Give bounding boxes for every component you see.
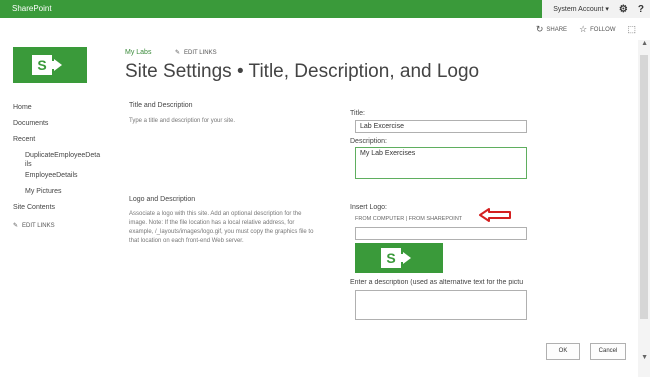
logo-help-line: that location on each front-end Web serv… xyxy=(129,238,244,244)
logo-description-heading: Logo and Description xyxy=(129,196,196,203)
star-icon: ☆ xyxy=(579,24,588,34)
site-logo[interactable]: S xyxy=(13,47,87,83)
svg-text:S: S xyxy=(386,250,395,266)
suite-bar: SharePoint System Account ▾ ⚙ ? xyxy=(0,0,650,18)
share-label: SHARE xyxy=(546,26,568,33)
insert-logo-label: Insert Logo: xyxy=(350,204,387,211)
description-label: Description: xyxy=(350,138,387,145)
ql-site-contents[interactable]: Site Contents xyxy=(13,200,100,216)
scroll-up-icon[interactable]: ▲ xyxy=(641,40,648,47)
ql-my-pictures[interactable]: My Pictures xyxy=(13,184,100,200)
edit-links-label: EDIT LINKS xyxy=(184,49,217,56)
pencil-icon: ✎ xyxy=(13,223,19,229)
share-button[interactable]: ↻ SHARE xyxy=(536,24,567,35)
svg-text:S: S xyxy=(37,57,46,73)
logo-help-line: Associate a logo with this site. Add an … xyxy=(129,211,302,217)
alt-text-label: Enter a description (used as alternative… xyxy=(350,279,524,286)
logo-description-help: Associate a logo with this site. Add an … xyxy=(129,210,334,246)
ql-employee-details[interactable]: EmployeeDetails xyxy=(13,168,100,184)
red-arrow-annotation-icon xyxy=(479,208,511,222)
follow-button[interactable]: ☆ FOLLOW xyxy=(579,24,615,35)
ok-button[interactable]: OK xyxy=(546,343,580,360)
focus-on-content-icon: ⬚ xyxy=(627,24,636,34)
ql-documents[interactable]: Documents xyxy=(13,116,100,132)
logo-url-input[interactable] xyxy=(355,227,527,240)
logo-help-line: image. Note: If the file location has a … xyxy=(129,220,295,226)
sharepoint-logo-icon: S xyxy=(32,55,62,75)
ql-edit-links-label: EDIT LINKS xyxy=(22,222,55,229)
ql-duplicate-employee-details[interactable]: DuplicateEmployeeDeta ils xyxy=(13,148,100,168)
ql-home[interactable]: Home xyxy=(13,100,100,116)
share-icon: ↻ xyxy=(535,24,544,34)
quick-launch: Home Documents Recent DuplicateEmployeeD… xyxy=(13,100,100,229)
alt-text-textarea[interactable] xyxy=(355,290,527,320)
title-description-help: Type a title and description for your si… xyxy=(129,118,236,124)
description-textarea[interactable]: My Lab Exercises xyxy=(355,147,527,179)
ql-duplicate-line1: DuplicateEmployeeDeta xyxy=(25,152,101,159)
logo-help-line: example, /_layouts/images/logo.gif, you … xyxy=(129,229,314,235)
title-input[interactable]: Lab Excercise xyxy=(355,120,527,133)
breadcrumb-my-labs[interactable]: My Labs xyxy=(125,49,151,56)
account-menu[interactable]: System Account ▾ xyxy=(553,5,609,13)
pencil-icon: ✎ xyxy=(175,50,181,56)
follow-label: FOLLOW xyxy=(590,26,616,33)
scroll-down-icon[interactable]: ▼ xyxy=(641,354,648,361)
sharepoint-logo-icon: S xyxy=(381,248,411,268)
cancel-button[interactable]: Cancel xyxy=(590,343,626,360)
page-title: Site Settings • Title, Description, and … xyxy=(125,61,480,82)
action-bar: ↻ SHARE ☆ FOLLOW ⬚ xyxy=(536,24,636,35)
scrollbar-thumb[interactable] xyxy=(640,55,648,319)
suite-right: System Account ▾ ⚙ ? xyxy=(542,0,650,18)
focus-button[interactable]: ⬚ xyxy=(627,24,636,35)
logo-source-links[interactable]: FROM COMPUTER | FROM SHAREPOINT xyxy=(355,216,462,222)
help-icon[interactable]: ? xyxy=(638,4,644,15)
logo-preview: S xyxy=(355,243,443,273)
title-label: Title: xyxy=(350,110,365,117)
ql-edit-links[interactable]: ✎ EDIT LINKS xyxy=(13,222,100,230)
title-description-heading: Title and Description xyxy=(129,102,193,109)
ql-recent[interactable]: Recent xyxy=(13,132,100,148)
suite-brand[interactable]: SharePoint xyxy=(0,0,542,18)
settings-gear-icon[interactable]: ⚙ xyxy=(619,4,628,15)
edit-links-top[interactable]: ✎ EDIT LINKS xyxy=(175,49,217,57)
